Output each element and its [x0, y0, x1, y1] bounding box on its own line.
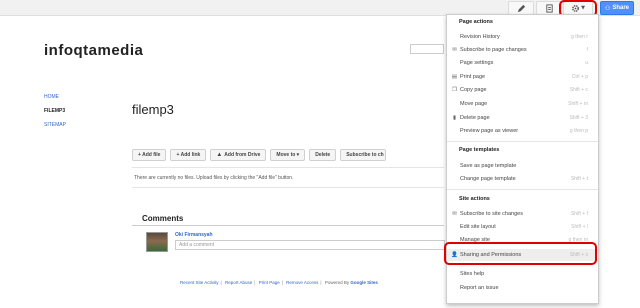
sharing-highlight [444, 242, 597, 265]
file-actions: + Add file + Add link ▲ Add from Drive Mo… [132, 149, 387, 161]
menu-item-copy-page[interactable]: ❐ Copy page Shift + c [447, 84, 598, 96]
avatar [146, 232, 168, 252]
comments-title: Comments [142, 214, 184, 223]
subscribe-button[interactable]: Subscribe to ch [340, 149, 387, 161]
divider [132, 187, 444, 188]
menu-section-page-templates: Page templates [459, 147, 500, 153]
menu-item-print-page[interactable]: ▤ Print page Ctrl + p [447, 71, 598, 83]
menu-item-preview-page[interactable]: Preview page as viewer g then p [447, 125, 598, 137]
menu-item-sites-help[interactable]: Sites help [447, 268, 598, 280]
envelope-icon: ✉ [452, 47, 457, 53]
menu-item-save-template[interactable]: Save as page template [447, 160, 598, 172]
add-link-button[interactable]: + Add link [170, 149, 207, 161]
add-from-drive-button[interactable]: ▲ Add from Drive [210, 149, 267, 161]
divider [132, 167, 444, 168]
drive-icon: ▲ [216, 152, 223, 158]
menu-item-change-template[interactable]: Change page template Shift + t [447, 173, 598, 185]
sidebar-nav: HOME FILEMP3 SITEMAP [44, 94, 66, 136]
powered-by-text: Powered By [324, 280, 350, 285]
menu-item-revision-history[interactable]: Revision History g then r [447, 31, 598, 43]
print-page-link[interactable]: Print Page [259, 280, 280, 285]
nav-item-sitemap[interactable]: SITEMAP [44, 122, 66, 136]
pencil-icon [517, 4, 525, 12]
share-label: Share [612, 5, 630, 11]
nav-item-home[interactable]: HOME [44, 94, 66, 108]
site-title[interactable]: infoqtamedia [44, 42, 143, 59]
menu-item-subscribe-site[interactable]: ✉ Subscribe to site changes Shift + f [447, 208, 598, 220]
menu-item-edit-layout[interactable]: Edit site layout Shift + l [447, 221, 598, 233]
delete-button[interactable]: Delete [309, 149, 337, 161]
comment-input[interactable]: Add a comment [175, 240, 445, 250]
divider [132, 225, 444, 226]
printer-icon: ▤ [451, 74, 458, 80]
edit-page-button[interactable] [508, 1, 534, 15]
nav-item-filemp3[interactable]: FILEMP3 [44, 108, 66, 122]
menu-section-site-actions: Site actions [459, 196, 490, 202]
share-button[interactable]: ⚇ Share [600, 1, 634, 15]
empty-files-message: There are currently no files. Upload fil… [134, 175, 294, 181]
menu-divider [447, 189, 598, 190]
move-to-button[interactable]: Move to ▾ [270, 149, 306, 161]
envelope-icon: ✉ [452, 211, 457, 217]
recent-activity-link[interactable]: Recent Site Activity [180, 280, 219, 285]
site-footer: Recent Site Activity | Report Abuse | Prin… [180, 280, 378, 285]
menu-item-move-page[interactable]: Move page Shift + m [447, 98, 598, 110]
page-title: filemp3 [132, 102, 174, 117]
google-sites-link[interactable]: Google Sites [350, 280, 378, 285]
search-input[interactable] [410, 44, 444, 54]
add-file-button[interactable]: + Add file [132, 149, 167, 161]
menu-divider [447, 141, 598, 142]
trash-icon: ▮ [452, 115, 457, 121]
menu-item-subscribe-page[interactable]: ✉ Subscribe to page changes f [447, 44, 598, 56]
menu-item-report-issue[interactable]: Report an issue [447, 282, 598, 294]
menu-item-page-settings[interactable]: Page settings u [447, 57, 598, 69]
add-from-drive-label: Add from Drive [224, 152, 261, 158]
share-icon: ⚇ [604, 4, 611, 12]
menu-item-delete-page[interactable]: ▮ Delete page Shift + 3 [447, 112, 598, 124]
remove-access-link[interactable]: Remove Access [286, 280, 318, 285]
menu-section-page-actions: Page actions [459, 19, 493, 25]
new-page-icon [545, 3, 553, 13]
report-abuse-link[interactable]: Report Abuse [225, 280, 252, 285]
commenter-name[interactable]: Oki Firmansyah [175, 232, 213, 238]
copy-icon: ❐ [452, 87, 457, 93]
